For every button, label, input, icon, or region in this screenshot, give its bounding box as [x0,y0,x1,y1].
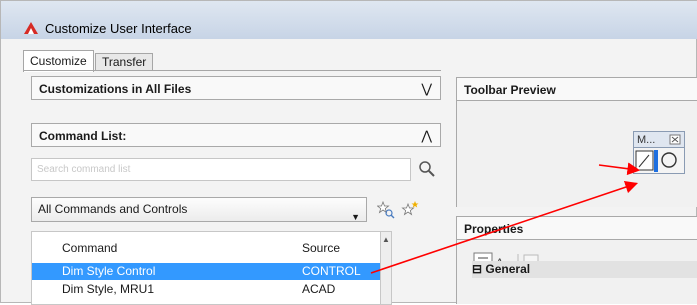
command-table: Command Source Dim Style Control CONTROL… [31,231,388,305]
general-section-label: General [485,262,531,276]
column-header-command[interactable]: Command [62,241,117,255]
table-row[interactable]: Dim Style, MRU1 ACAD [32,281,387,298]
table-row[interactable]: Dim Style Control CONTROL [32,263,387,280]
command-filter-value: All Commands and Controls [38,202,188,216]
customizations-header-label: Customizations in All Files [39,82,192,96]
app-icon [24,22,38,34]
search-icon[interactable] [418,160,436,178]
table-header: Command Source [32,232,387,262]
customizations-header[interactable]: Customizations in All Files ⋁ [31,76,441,100]
customize-user-interface-window: Customize User Interface Customize Trans… [0,0,697,305]
new-control-icon[interactable] [401,201,419,219]
toolbar-preview-area: M... [456,101,697,207]
collapse-icon[interactable]: ⋀ [421,124,432,148]
row-command: Dim Style, MRU1 [62,282,155,296]
column-header-source[interactable]: Source [302,241,340,255]
mini-toolbar-title: M... [637,134,655,146]
row-command: Dim Style Control [62,264,156,278]
command-list-header-label: Command List: [39,129,127,143]
row-source: CONTROL [302,264,361,278]
properties-header: Properties [456,216,697,240]
scroll-up-icon[interactable]: ▲ [382,235,390,244]
properties-label: Properties [464,222,524,236]
collapse-section-icon[interactable]: ⊟ [472,262,482,276]
new-command-icon[interactable] [377,201,395,219]
preview-toolbar: M... [633,131,685,174]
tab-transfer[interactable]: Transfer [95,53,154,71]
row-source: ACAD [302,282,336,296]
right-pane: Toolbar Preview M... Properties A [456,70,697,304]
command-list-header[interactable]: Command List: ⋀ [31,123,441,147]
title-bar: Customize User Interface [1,1,697,39]
toolbar-preview-label: Toolbar Preview [464,83,556,97]
left-pane: Customizations in All Files ⋁ Command Li… [23,70,441,305]
search-input[interactable]: Search command list [31,158,411,181]
general-section-header[interactable]: ⊟ General [472,261,697,278]
toolbar-preview-header: Toolbar Preview [456,77,697,101]
table-scrollbar[interactable]: ▲ [380,231,392,305]
tab-customize[interactable]: Customize [23,50,94,72]
command-filter-dropdown[interactable]: All Commands and Controls ▼ [31,197,367,222]
expand-icon[interactable]: ⋁ [421,77,432,101]
window-title: Customize User Interface [45,21,192,36]
chevron-down-icon: ▼ [351,212,360,222]
